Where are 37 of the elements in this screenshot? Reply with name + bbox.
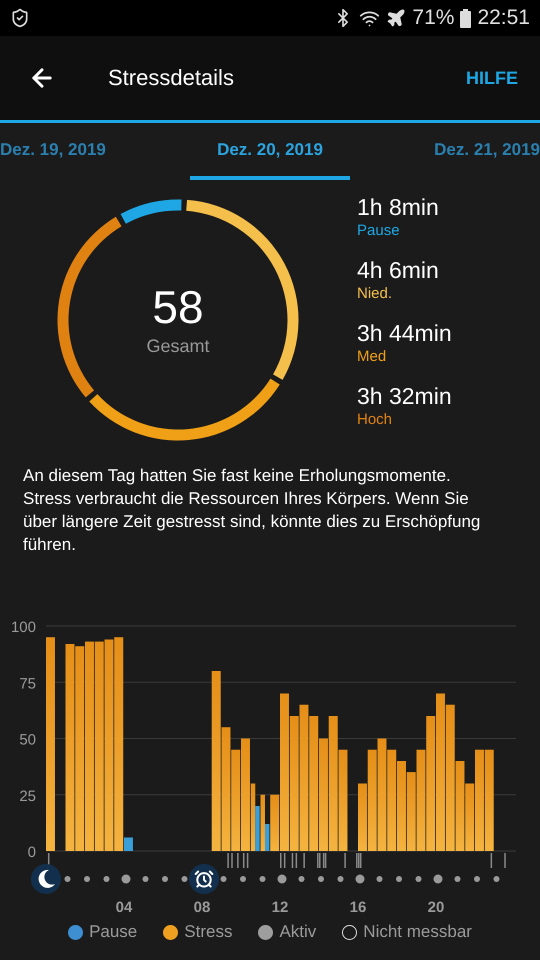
date-tab[interactable]: Dez. 20, 2019 — [190, 123, 350, 180]
legend-label: Pause — [89, 922, 138, 942]
page-title: Stressdetails — [108, 65, 235, 91]
axis-label: 75 — [19, 675, 36, 692]
moon-icon — [31, 864, 61, 894]
battery-percent: 71% — [412, 6, 454, 30]
score-label: Gesamt — [146, 336, 210, 356]
axis-label: 08 — [194, 899, 210, 914]
airplane-icon — [386, 8, 406, 28]
duration-value: 4h 6min — [357, 256, 440, 285]
axis-label: 20 — [428, 899, 444, 914]
axis-label: 100 — [10, 619, 36, 636]
axis-label: 04 — [116, 899, 132, 914]
legend-label: Nicht messbar — [363, 922, 472, 942]
stress-message: An diesem Tag hatten Sie fast keine Erholungsmomente. Stress verbraucht die Ressourcen Ihres Körpers. Wenn Sie über längere Zeit gestresst sind, könnte dies zu Erschöpfung führen. — [22, 465, 482, 556]
duration-value: 1h 8min — [357, 193, 440, 222]
stress-level-label: Med — [357, 348, 388, 366]
date-tab[interactable]: Dez. 21, 2019 — [434, 123, 540, 180]
stress-score: 58 — [152, 284, 204, 330]
axis-label: 25 — [19, 788, 36, 805]
shield-icon — [10, 8, 30, 28]
clock: 22:51 — [477, 6, 530, 30]
stress-level-label: Hoch — [357, 411, 394, 429]
stress-level-label: Nied. — [357, 285, 394, 303]
axis-label: 12 — [272, 899, 288, 914]
duration-value: 3h 44min — [357, 319, 452, 348]
axis-label: 50 — [19, 732, 36, 748]
axis-label: 16 — [350, 899, 366, 914]
battery-icon — [460, 8, 472, 28]
date-tab[interactable]: Dez. 19, 2019 — [0, 123, 106, 180]
legend-label: Stress — [184, 922, 232, 942]
axis-label: 0 — [28, 844, 36, 861]
stress-level-label: Pause — [357, 222, 401, 240]
legend-label: Aktiv — [279, 922, 316, 942]
duration-value: 3h 32min — [357, 382, 452, 411]
help-button[interactable]: HILFE — [462, 64, 522, 92]
alarm-clock-icon — [189, 864, 219, 894]
